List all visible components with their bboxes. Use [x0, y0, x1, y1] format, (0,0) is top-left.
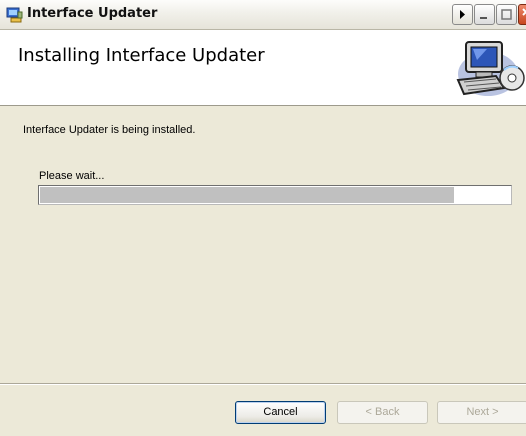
page-title: Installing Interface Updater	[18, 45, 265, 66]
next-button[interactable]: Next >	[437, 401, 526, 424]
installer-window: Interface Updater Installing Interface U…	[0, 0, 526, 436]
window-title: Interface Updater	[27, 6, 158, 21]
maximize-icon	[501, 9, 512, 20]
window-menu-button[interactable]	[452, 4, 473, 25]
close-button[interactable]	[518, 4, 526, 25]
close-icon	[522, 8, 526, 16]
header-banner: Installing Interface Updater	[0, 30, 526, 106]
install-progress-bar	[38, 185, 512, 205]
computer-with-cd-icon	[456, 41, 525, 96]
maximize-button[interactable]	[496, 4, 517, 25]
back-button[interactable]: < Back	[337, 401, 428, 424]
please-wait-label: Please wait...	[39, 170, 105, 182]
minimize-button[interactable]	[474, 4, 495, 25]
minimize-icon	[480, 17, 487, 19]
installer-app-icon	[6, 7, 23, 23]
footer-divider	[0, 383, 526, 385]
cancel-button[interactable]: Cancel	[235, 401, 326, 424]
title-bar[interactable]: Interface Updater	[0, 0, 526, 30]
caret-right-icon	[460, 10, 465, 19]
install-status-text: Interface Updater is being installed.	[23, 124, 196, 136]
progress-fill	[40, 187, 454, 203]
